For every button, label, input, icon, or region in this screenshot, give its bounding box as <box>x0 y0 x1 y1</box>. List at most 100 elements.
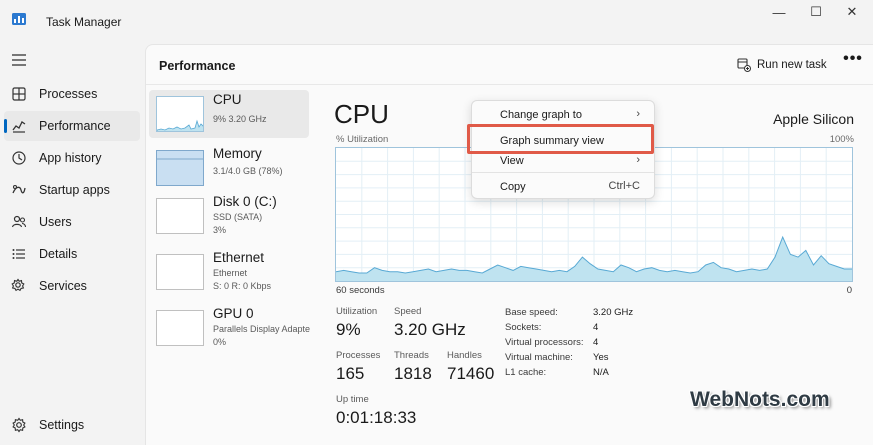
resource-detail-secondary: S: 0 R: 0 Kbps <box>213 281 272 291</box>
resource-detail: Ethernet <box>213 268 248 278</box>
window-title: Task Manager <box>46 15 122 29</box>
spec-value: Yes <box>593 352 609 363</box>
nav-item-startup-apps[interactable]: Startup apps <box>0 175 140 205</box>
stat-value: 1818 <box>394 364 432 383</box>
settings-icon <box>10 416 28 434</box>
maximize-icon: ☐ <box>810 4 822 19</box>
run-new-task-icon <box>737 58 751 72</box>
stat-value: 71460 <box>447 364 495 383</box>
cpu-heading: CPU <box>334 99 389 129</box>
more-icon: ••• <box>843 50 863 67</box>
run-new-task-label: Run new task <box>757 59 827 71</box>
resource-detail: Parallels Display Adapte <box>213 324 311 334</box>
stat-processes: Processes 165 <box>336 350 380 384</box>
nav-label: Services <box>39 279 87 293</box>
users-icon <box>10 213 28 231</box>
spec-label: Base speed: <box>505 307 558 318</box>
resource-item-cpu[interactable]: CPU 9% 3.20 GHz <box>149 90 309 138</box>
gpu-thumbnail-graph <box>156 310 204 346</box>
menu-item-label: View <box>500 155 524 167</box>
spec-label: Virtual processors: <box>505 337 584 348</box>
nav-label: Users <box>39 215 72 229</box>
close-icon: ✕ <box>846 4 858 19</box>
highlight-box <box>467 124 654 154</box>
navigation-pane: Processes Performance App history Startu… <box>0 44 145 445</box>
services-icon <box>10 277 28 295</box>
resource-detail-secondary: 3% <box>213 225 227 235</box>
resource-name: Ethernet <box>213 250 265 265</box>
nav-label: Settings <box>39 418 85 432</box>
time-zero-label: 0 <box>846 285 852 296</box>
menu-item-label: Copy <box>500 181 526 193</box>
stat-value: 165 <box>336 364 365 383</box>
nav-label: Startup apps <box>39 183 110 197</box>
submenu-arrow-icon: › <box>636 154 640 166</box>
resource-item-gpu[interactable]: GPU 0 Parallels Display Adapte 0% <box>149 304 311 352</box>
details-icon <box>10 245 28 263</box>
stat-label: Processes <box>336 350 381 361</box>
minimize-icon: — <box>772 4 786 20</box>
menu-item-copy[interactable]: Copy Ctrl+C <box>476 176 650 198</box>
resource-detail: 9% 3.20 GHz <box>213 114 267 124</box>
spec-label: L1 cache: <box>505 367 547 378</box>
menu-item-label: Change graph to <box>500 109 582 121</box>
spec-label: Sockets: <box>505 322 542 333</box>
run-new-task-button[interactable]: Run new task <box>737 54 827 76</box>
spec-value: 4 <box>593 322 599 333</box>
close-button[interactable]: ✕ <box>840 2 864 22</box>
page-header: Performance Run new task ••• <box>146 45 873 85</box>
stat-label: Up time <box>336 394 369 405</box>
resource-item-memory[interactable]: Memory 3.1/4.0 GB (78%) <box>149 144 309 192</box>
spec-value: 4 <box>593 337 599 348</box>
resource-list: CPU 9% 3.20 GHz Memory 3.1/4.0 GB (78%) … <box>149 90 313 445</box>
menu-item-change-graph-to[interactable]: Change graph to › <box>476 104 650 126</box>
stat-value: 3.20 GHz <box>394 320 466 339</box>
task-manager-app-icon <box>12 13 26 25</box>
nav-label: Details <box>39 247 78 261</box>
resource-item-ethernet[interactable]: Ethernet Ethernet S: 0 R: 0 Kbps <box>149 248 309 296</box>
minimize-button[interactable]: — <box>767 2 791 22</box>
stat-utilization: Utilization 9% <box>336 306 377 340</box>
processes-icon <box>10 85 28 103</box>
resource-detail-secondary: 0% <box>213 337 227 347</box>
spec-value: 3.20 GHz <box>593 307 634 318</box>
performance-icon <box>10 117 28 135</box>
more-options-button[interactable]: ••• <box>843 50 863 73</box>
time-span-label: 60 seconds <box>336 285 385 296</box>
cpu-model-name: Apple Silicon <box>773 111 854 127</box>
nav-item-users[interactable]: Users <box>0 207 140 237</box>
watermark-logo: WebNots.com <box>690 388 830 411</box>
resource-detail: SSD (SATA) <box>213 212 263 222</box>
menu-separator <box>472 172 654 173</box>
resource-item-disk[interactable]: Disk 0 (C:) SSD (SATA) 3% <box>149 192 309 240</box>
resource-name: CPU <box>213 92 242 107</box>
ethernet-thumbnail-graph <box>156 254 204 290</box>
active-indicator <box>4 119 7 133</box>
nav-item-services[interactable]: Services <box>0 271 140 301</box>
max-percent-label: 100% <box>829 134 854 145</box>
resource-name: GPU 0 <box>213 306 254 321</box>
disk-thumbnail-graph <box>156 198 204 234</box>
nav-item-settings[interactable]: Settings <box>0 410 140 440</box>
nav-item-processes[interactable]: Processes <box>0 79 140 109</box>
nav-item-details[interactable]: Details <box>0 239 140 269</box>
hamburger-menu-icon[interactable] <box>12 54 26 66</box>
maximize-button[interactable]: ☐ <box>804 2 828 22</box>
stat-value: 9% <box>336 320 361 339</box>
resource-detail: 3.1/4.0 GB (78%) <box>213 166 283 176</box>
nav-label: App history <box>39 151 102 165</box>
spec-value: N/A <box>593 367 609 378</box>
nav-item-app-history[interactable]: App history <box>0 143 140 173</box>
stat-value: 0:01:18:33 <box>336 408 417 427</box>
stat-handles: Handles 71460 <box>447 350 494 384</box>
stat-label: Speed <box>394 306 422 317</box>
stat-uptime: Up time 0:01:18:33 <box>336 394 416 428</box>
stat-label: Utilization <box>336 306 378 317</box>
spec-label: Virtual machine: <box>505 352 573 363</box>
menu-item-shortcut: Ctrl+C <box>608 180 640 192</box>
stat-speed: Speed 3.20 GHz <box>394 306 466 340</box>
stat-threads: Threads 1818 <box>394 350 432 384</box>
nav-label: Performance <box>39 119 111 133</box>
nav-item-performance[interactable]: Performance <box>4 111 140 141</box>
resource-name: Memory <box>213 146 262 161</box>
